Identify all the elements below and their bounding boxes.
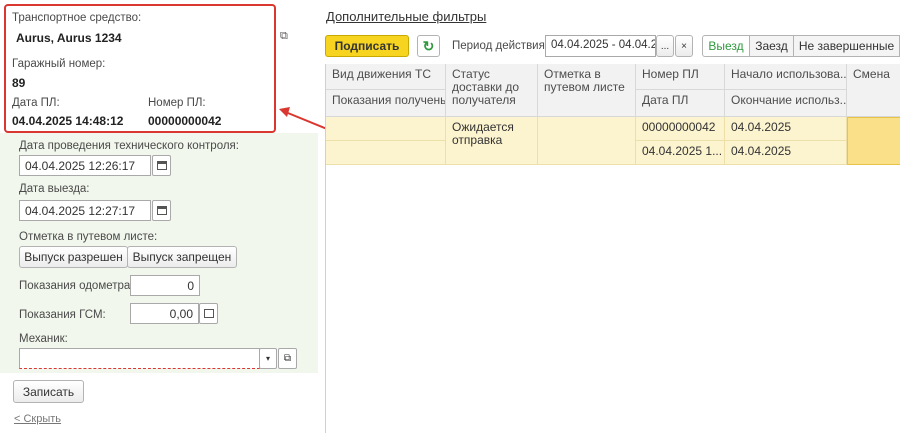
departure-label: Дата выезда: bbox=[19, 183, 90, 195]
refresh-icon[interactable]: ↻ bbox=[417, 35, 440, 57]
sign-button[interactable]: Подписать bbox=[325, 35, 409, 57]
odometer-field[interactable]: 0 bbox=[130, 275, 200, 296]
header-pl-date[interactable]: Дата ПЛ bbox=[636, 90, 725, 117]
period-clear-button[interactable]: × bbox=[675, 35, 693, 57]
header-delivery-status[interactable]: Статус доставки до получателя bbox=[446, 64, 538, 117]
external-link-icon[interactable]: ⧉ bbox=[278, 348, 297, 369]
period-field[interactable]: 04.04.2025 - 04.04.2( bbox=[545, 35, 656, 57]
garage-value: 89 bbox=[12, 76, 26, 90]
cell-usage-start[interactable]: 04.04.2025 bbox=[725, 117, 847, 141]
vehicle-info-card: Транспортное средство: Aurus, Aurus 1234… bbox=[4, 4, 276, 133]
header-usage-start[interactable]: Начало использова... bbox=[725, 64, 847, 90]
filter-arrival-toggle[interactable]: Заезд bbox=[749, 35, 794, 57]
filter-departure-toggle[interactable]: Выезд bbox=[702, 35, 750, 57]
number-pl-label: Номер ПЛ: bbox=[148, 97, 206, 109]
header-readings[interactable]: Показания получены bbox=[326, 90, 446, 117]
mechanic-field[interactable] bbox=[19, 348, 260, 369]
save-button[interactable]: Записать bbox=[13, 380, 84, 403]
vehicle-value: Aurus, Aurus 1234 bbox=[16, 31, 122, 45]
cell-movement-type[interactable] bbox=[326, 117, 446, 141]
calendar-icon[interactable] bbox=[152, 200, 171, 221]
external-link-icon[interactable]: ⧉ bbox=[280, 30, 288, 43]
filter-unfinished-toggle[interactable]: Не завершенные bbox=[793, 35, 900, 57]
odometer-label: Показания одометра: bbox=[19, 280, 134, 292]
header-movement-type[interactable]: Вид движения ТС bbox=[326, 64, 446, 90]
calculator-icon[interactable] bbox=[199, 303, 218, 324]
cell-delivery-status[interactable]: Ожидается отправка bbox=[446, 117, 538, 165]
header-waybill-mark[interactable]: Отметка в путевом листе bbox=[538, 64, 636, 117]
waybill-table: Вид движения ТС Показания получены Стату… bbox=[325, 64, 900, 433]
cell-usage-end[interactable]: 04.04.2025 bbox=[725, 141, 847, 165]
cell-pl-number[interactable]: 00000000042 bbox=[636, 117, 725, 141]
calendar-icon[interactable] bbox=[152, 155, 171, 176]
cell-shift[interactable] bbox=[847, 117, 900, 165]
hide-link[interactable]: < Скрыть bbox=[14, 413, 61, 425]
waybill-mark-label: Отметка в путевом листе: bbox=[19, 231, 158, 243]
garage-label: Гаражный номер: bbox=[12, 58, 106, 70]
departure-date-field[interactable]: 04.04.2025 12:27:17 bbox=[19, 200, 151, 221]
date-pl-label: Дата ПЛ: bbox=[12, 97, 60, 109]
cell-waybill-mark[interactable] bbox=[538, 117, 636, 165]
tech-control-date-field[interactable]: 04.04.2025 12:26:17 bbox=[19, 155, 151, 176]
release-allowed-button[interactable]: Выпуск разрешен bbox=[19, 246, 128, 268]
period-select-button[interactable]: ... bbox=[656, 35, 674, 57]
period-label: Период действия: bbox=[452, 40, 549, 52]
fuel-label: Показания ГСМ: bbox=[19, 309, 106, 321]
date-pl-value: 04.04.2025 14:48:12 bbox=[12, 114, 124, 128]
release-forbidden-button[interactable]: Выпуск запрещен bbox=[127, 246, 237, 268]
left-panel: Транспортное средство: Aurus, Aurus 1234… bbox=[0, 0, 318, 433]
chevron-down-icon[interactable]: ▾ bbox=[259, 348, 277, 369]
header-usage-end[interactable]: Окончание использ... bbox=[725, 90, 847, 117]
header-shift[interactable]: Смена bbox=[847, 64, 900, 117]
additional-filters-link[interactable]: Дополнительные фильтры bbox=[326, 9, 486, 24]
vehicle-label: Транспортное средство: bbox=[12, 12, 142, 24]
mechanic-label: Механик: bbox=[19, 333, 68, 345]
cell-pl-date[interactable]: 04.04.2025 1... bbox=[636, 141, 725, 165]
number-pl-value: 00000000042 bbox=[148, 114, 222, 128]
cell-readings[interactable] bbox=[326, 141, 446, 165]
tech-control-label: Дата проведения технического контроля: bbox=[19, 140, 239, 152]
header-pl-number[interactable]: Номер ПЛ bbox=[636, 64, 725, 90]
fuel-field[interactable]: 0,00 bbox=[130, 303, 199, 324]
